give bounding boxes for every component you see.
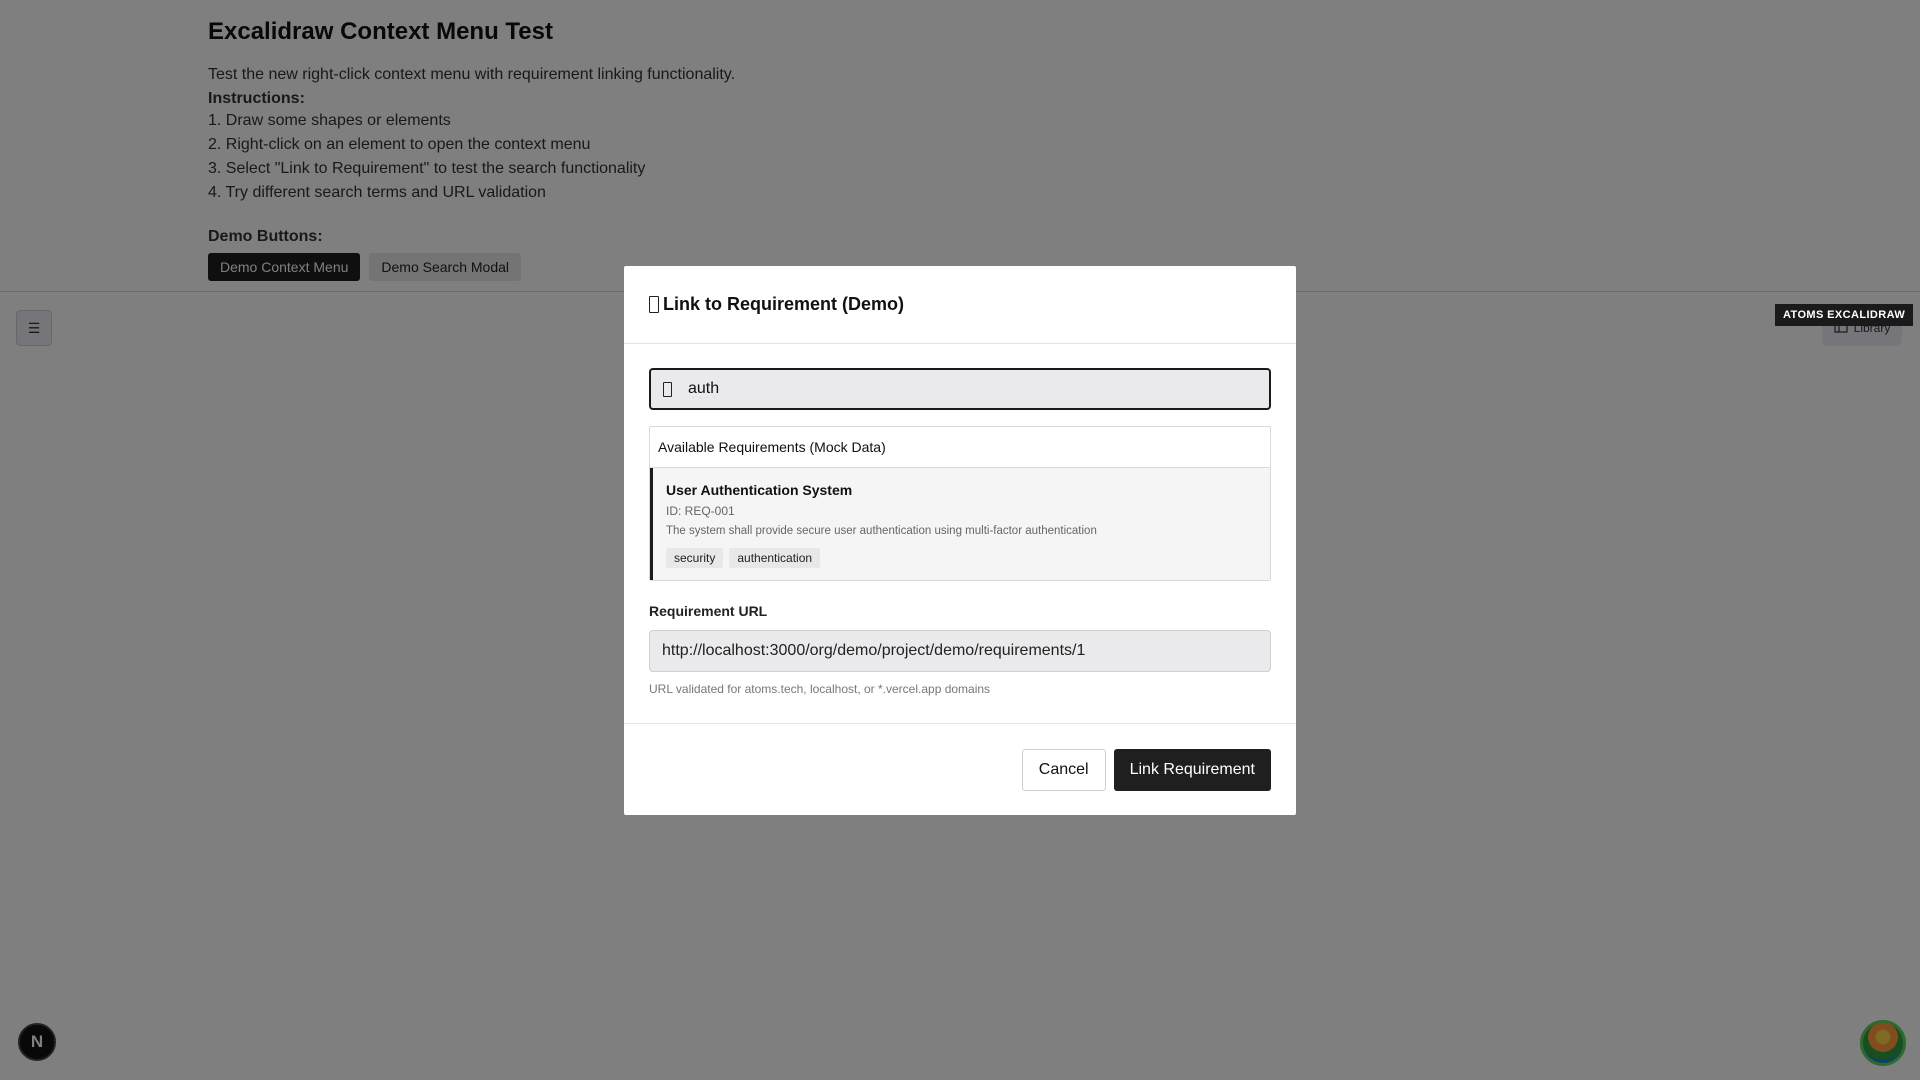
modal-body: Available Requirements (Mock Data) User … [624, 344, 1296, 697]
search-box[interactable] [649, 368, 1271, 410]
requirement-title: User Authentication System [666, 482, 853, 498]
tag: security [666, 548, 724, 568]
cancel-button[interactable]: Cancel [1021, 748, 1106, 791]
modal-header: Link to Requirement (Demo) [624, 266, 1296, 344]
search-input[interactable] [688, 380, 1228, 398]
tag: authentication [729, 548, 821, 568]
url-label: Requirement URL [649, 603, 768, 619]
modal-title: Link to Requirement (Demo) [663, 294, 905, 314]
requirement-item[interactable]: User Authentication System ID: REQ-001 T… [650, 468, 1270, 580]
requirements-header: Available Requirements (Mock Data) [650, 427, 1270, 468]
requirement-id: ID: REQ-001 [666, 504, 735, 518]
requirement-tags: security authentication [666, 548, 1257, 568]
requirement-url-input[interactable] [649, 630, 1271, 672]
modal-footer: Cancel Link Requirement [624, 723, 1296, 815]
link-icon [649, 296, 659, 313]
requirement-description: The system shall provide secure user aut… [666, 525, 1097, 537]
link-requirement-button[interactable]: Link Requirement [1113, 748, 1271, 791]
url-hint: URL validated for atoms.tech, localhost,… [649, 682, 991, 696]
requirements-panel: Available Requirements (Mock Data) User … [649, 426, 1271, 581]
search-icon [663, 381, 672, 397]
brand-badge: ATOMS EXCALIDRAW [1775, 304, 1914, 326]
link-requirement-modal: Link to Requirement (Demo) Available Req… [624, 266, 1296, 815]
